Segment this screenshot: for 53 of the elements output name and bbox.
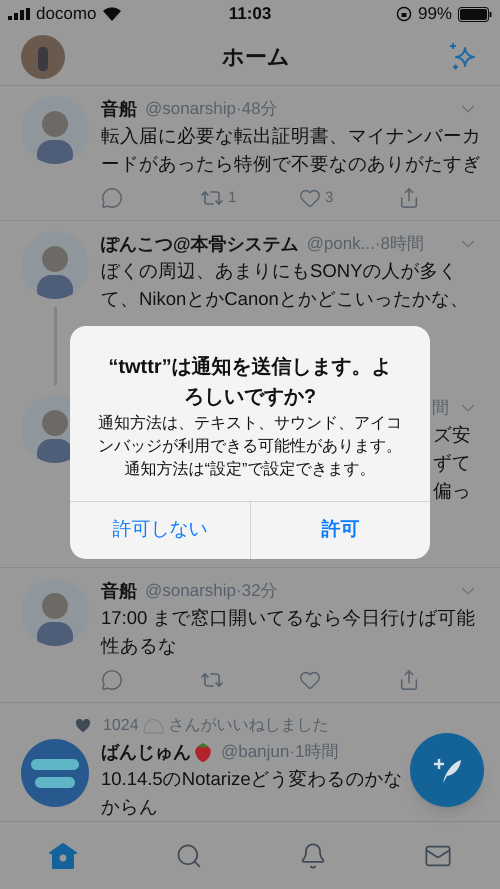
author-name[interactable]: 音船 xyxy=(101,96,137,122)
like-icon[interactable] xyxy=(299,187,321,209)
dialog-message: 通知方法は“設定”で設定できます。 xyxy=(124,460,376,480)
timestamp: ·48分 xyxy=(236,98,278,120)
battery-percent: 99% xyxy=(418,3,452,26)
strawberry-icon xyxy=(193,741,213,763)
share-icon[interactable] xyxy=(398,669,420,691)
home-tab[interactable] xyxy=(48,842,78,870)
author-handle[interactable]: @banjun xyxy=(221,739,290,765)
tweet-text: ずて xyxy=(433,451,471,475)
dialog-button[interactable]: 許可しない xyxy=(70,502,250,559)
tweet-text: 性あるな xyxy=(101,634,177,658)
heart-icon xyxy=(75,719,91,733)
tweet-text: ズ安 xyxy=(433,423,471,447)
dialog-title: “twttr”は通知を送信します。よろしいですか? xyxy=(107,355,393,410)
notifications-tab[interactable] xyxy=(299,842,328,870)
reply-icon[interactable] xyxy=(101,187,123,209)
tweet-text: 17:00 まで窓口開いてるなら今日行けば可能 xyxy=(101,606,476,630)
like-count: 3 xyxy=(325,188,334,208)
author-handle[interactable]: @sonarship xyxy=(145,578,236,604)
timestamp: ·32分 xyxy=(236,580,278,602)
carrier-name: docomo xyxy=(36,3,96,26)
tweet-text: 転入届に必要な転出証明書、マイナンバーカ xyxy=(101,124,481,148)
timestamp: ·1時間 xyxy=(289,741,338,764)
dialog-message: 通知方法は、テキスト、サウンド、アイコンバッジが利用できる可能性があります。 xyxy=(97,414,403,457)
liked-by-text: さんがいいねしました xyxy=(168,716,329,736)
author-handle[interactable]: @sonarship xyxy=(145,96,236,122)
page-title: ホーム xyxy=(221,43,291,71)
tweet-text: 偏っ xyxy=(433,479,471,503)
author-handle[interactable]: @ponk... xyxy=(306,231,375,257)
timestamp: 間 xyxy=(432,397,449,420)
signal-icon xyxy=(8,8,30,20)
search-tab[interactable] xyxy=(174,842,203,870)
like-count: 1024 xyxy=(103,716,139,736)
dialog-button[interactable]: 許可 xyxy=(250,502,430,559)
reply-icon[interactable] xyxy=(101,669,123,691)
like-icon[interactable] xyxy=(299,669,321,691)
clock: 11:03 xyxy=(228,3,272,26)
author-name[interactable]: ぽんこつ@本骨システム xyxy=(101,230,299,258)
rotation-lock-icon xyxy=(396,6,412,22)
share-icon[interactable] xyxy=(398,187,420,209)
profile-avatar[interactable] xyxy=(21,34,65,78)
wifi-icon xyxy=(102,7,122,21)
tweet-text: ードがあったら特例で不要なのありがたすぎ xyxy=(101,152,481,176)
tweet-text: ぼくの周辺、あまりにもSONYの人が多く xyxy=(101,259,458,283)
author-name[interactable]: 音船 xyxy=(101,578,137,604)
retweet-count: 1 xyxy=(228,188,236,208)
tweet-text: て、NikonとかCanonとかどこいったかな、 xyxy=(101,287,469,311)
timestamp: ·8時間 xyxy=(374,233,424,256)
author-name[interactable]: ばんじゅん xyxy=(101,738,191,766)
tweet-text: からん xyxy=(101,795,158,819)
tweet-text: 10.14.5のNotarizeどう変わるのかな xyxy=(101,767,403,791)
battery-icon xyxy=(458,6,492,22)
